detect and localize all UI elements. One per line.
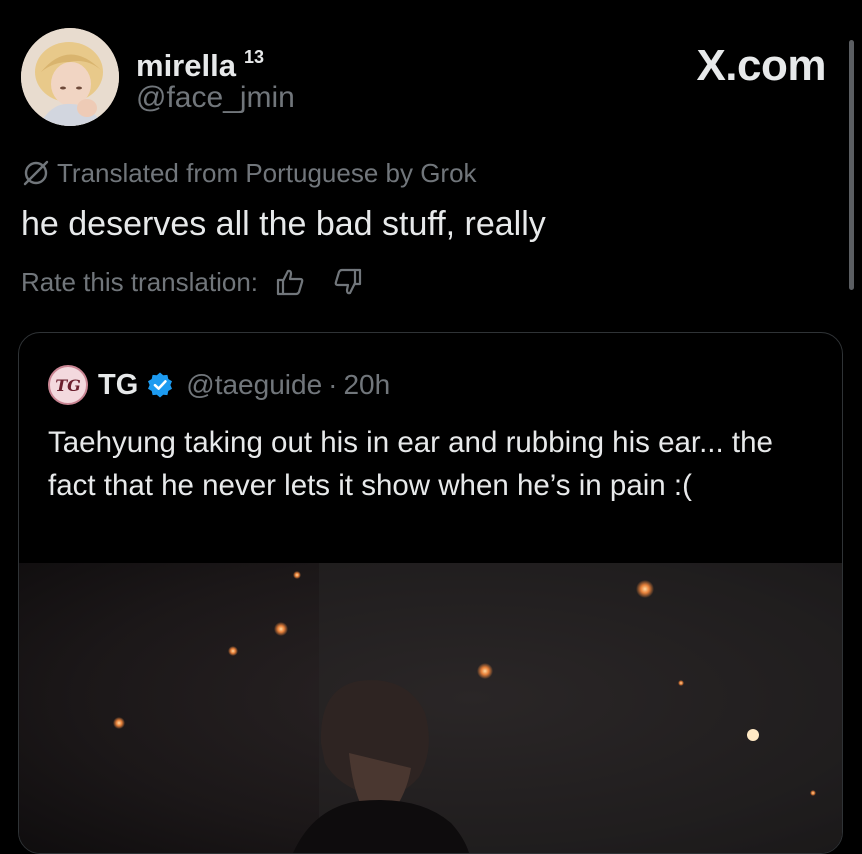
thumbs-down-button[interactable] [330,264,366,300]
scrollbar[interactable] [849,40,854,290]
quoted-tweet-time[interactable]: 20h [343,369,390,401]
translation-notice-text: Translated from Portuguese by Grok [57,157,477,188]
quoted-tweet-media[interactable] [19,563,842,853]
rate-translation-row: Rate this translation: [21,264,366,300]
author-handle[interactable]: @face_jmin [136,80,295,116]
thumbs-up-icon [276,269,304,296]
author-display-name[interactable]: mirella 13 [136,38,264,85]
rate-translation-label: Rate this translation: [21,266,259,297]
translation-notice[interactable]: Translated from Portuguese by Grok [21,156,477,190]
quoted-author-handle[interactable]: @taeguide [186,369,322,401]
concert-photo [19,563,842,853]
verified-badge-icon [148,372,173,398]
thumbs-down-icon [334,268,362,295]
separator-dot: · [328,369,338,400]
tweet-text: he deserves all the bad stuff, really [21,205,546,243]
quoted-tweet[interactable]: TG TG @taeguide · 20h Taehyung taking ou… [18,332,843,854]
site-logo: X.com [696,41,826,90]
profile-photo [21,28,119,126]
quoted-author-name[interactable]: TG [98,369,138,402]
quoted-tweet-header: TG TG @taeguide · 20h [48,363,390,407]
translate-icon [23,160,49,186]
author-avatar[interactable] [21,28,119,126]
thumbs-up-button[interactable] [272,264,308,300]
quoted-author-avatar[interactable]: TG [48,365,88,405]
quoted-tweet-text: Taehyung taking out his in ear and rubbi… [48,426,773,502]
author-name-text: mirella [136,48,236,83]
author-name-badge: 13 [243,47,264,67]
